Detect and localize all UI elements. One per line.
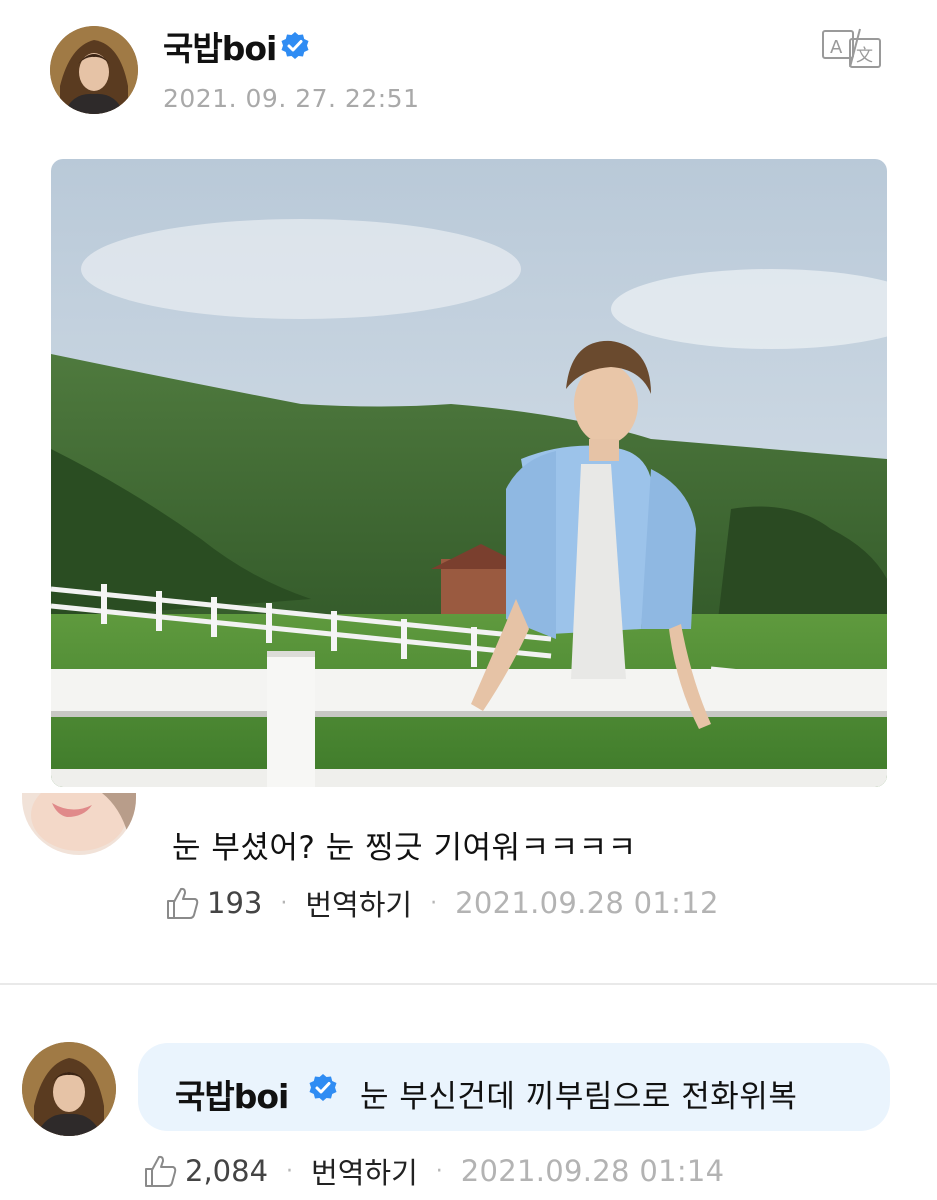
translate-link[interactable]: 번역하기 [311, 1150, 418, 1192]
post-photo[interactable] [51, 159, 887, 787]
post-timestamp: 2021. 09. 27. 22:51 [163, 84, 420, 113]
svg-text:文: 文 [856, 46, 873, 66]
verified-badge-icon [308, 1073, 338, 1103]
comment-timestamp: 2021.09.28 01:12 [455, 886, 719, 920]
comment-meta: 193 · 번역하기 · 2021.09.28 01:12 [165, 882, 719, 924]
author-name[interactable]: 국밥boi [163, 22, 277, 70]
separator-dot: · [286, 1158, 294, 1184]
separator-dot: · [430, 890, 438, 916]
reply-author-name[interactable]: 국밥boi [175, 1070, 289, 1118]
reply-author-avatar[interactable] [22, 1042, 116, 1136]
like-count: 193 [207, 886, 263, 920]
translate-icon[interactable]: A 文 [820, 25, 884, 71]
author-avatar[interactable] [50, 26, 138, 114]
divider [0, 983, 937, 985]
reply-text: 눈 부신건데 끼부림으로 전화위복 [360, 1079, 798, 1115]
separator-dot: · [435, 1158, 443, 1184]
thumbs-up-icon[interactable] [165, 885, 201, 921]
reply-timestamp: 2021.09.28 01:14 [460, 1154, 725, 1188]
comment-text: 눈 부셨어? 눈 찡긋 기여워ㅋㅋㅋㅋ [172, 830, 637, 866]
like-count: 2,084 [185, 1154, 269, 1188]
separator-dot: · [280, 890, 288, 916]
reply-meta: 2,084 · 번역하기 · 2021.09.28 01:14 [143, 1150, 724, 1192]
verified-badge-icon [280, 31, 310, 61]
svg-text:A: A [830, 37, 843, 58]
translate-link[interactable]: 번역하기 [305, 882, 412, 924]
commenter-avatar[interactable] [22, 793, 136, 855]
thumbs-up-icon[interactable] [143, 1153, 179, 1189]
